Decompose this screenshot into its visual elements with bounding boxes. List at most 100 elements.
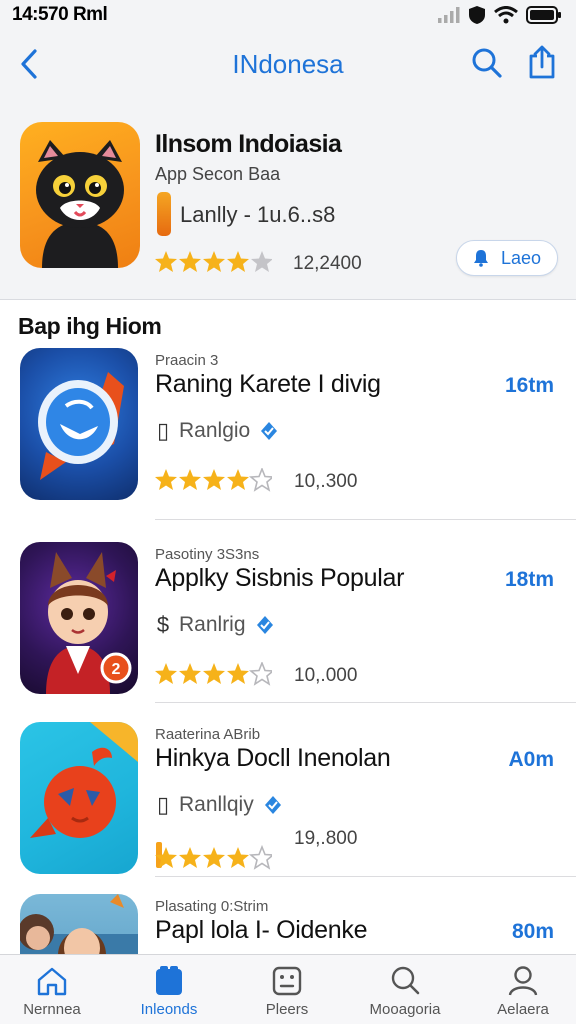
star-icon [155, 469, 177, 490]
star-icon [155, 663, 177, 684]
verified-badge-icon [264, 796, 281, 814]
app-rating-count: 10,.300 [294, 471, 358, 492]
featured-app[interactable]: Ilnsom Indoiasia App Secon Baa Lanlly - … [0, 100, 576, 300]
search-button[interactable] [468, 44, 506, 82]
tab-label: Inleonds [140, 1001, 198, 1018]
app-price-button[interactable]: 18tm [505, 568, 554, 592]
tab-account[interactable]: Aelaera [473, 955, 573, 1024]
app-category: $ Ranlrig [155, 612, 274, 638]
app-category-label: Ranlgio [179, 419, 251, 442]
star-icon [227, 469, 249, 490]
featured-accent-bar [157, 192, 171, 236]
tab-games[interactable]: Pleers [237, 955, 337, 1024]
divider [155, 519, 576, 520]
app-name: Hinkya Docll Inenolan [155, 744, 391, 772]
tab-bar: Nernnea Inleonds Pleers Mooagoria Aelaer… [0, 954, 576, 1024]
bird-icon [30, 722, 138, 838]
star-icon [251, 251, 273, 272]
cat-mascot-icon [36, 140, 124, 268]
tab-home[interactable]: Nernnea [2, 955, 102, 1024]
character-icon: 2 [46, 552, 132, 694]
dollar-icon: $ [156, 612, 170, 637]
star-icon [227, 847, 249, 868]
app-eyebrow: Pasotiny 3S3ns [155, 546, 260, 563]
svg-text:2: 2 [112, 661, 121, 678]
app-name: Applky Sisbnis Popular [155, 564, 405, 592]
app-star-rating [154, 466, 276, 497]
star-icon [179, 251, 201, 272]
featured-app-subtitle: App Secon Baa [155, 164, 281, 184]
app-category-label: Ranlrig [179, 613, 246, 636]
app-icon [20, 722, 138, 874]
verified-badge-icon [256, 616, 273, 634]
status-icons [438, 5, 562, 25]
featured-get-button[interactable]: Laeo [456, 240, 558, 276]
app-icon: 2 [20, 542, 138, 694]
star-icon [179, 847, 201, 868]
apps-icon [156, 966, 182, 995]
status-time: 14:570 Rml [12, 4, 108, 25]
tab-search[interactable]: Mooagoria [355, 955, 455, 1024]
app-category-label: Ranllqiy [179, 793, 254, 816]
star-icon [227, 251, 249, 272]
verified-badge-icon [261, 422, 278, 440]
chat-bubble-icon [38, 372, 124, 480]
app-category: ▯ Ranlgio [155, 418, 278, 444]
tab-apps[interactable]: Inleonds [119, 955, 219, 1024]
app-rating-count: 10,.000 [294, 665, 358, 686]
featured-rating-count: 12,2400 [293, 253, 362, 274]
app-list-item[interactable]: Praacin 3 Raning Karete I divig 16tm ▯ R… [0, 348, 576, 528]
app-price-button[interactable]: A0m [508, 748, 554, 772]
app-category: ▯ Ranllqiy [155, 792, 282, 818]
star-icon [203, 847, 225, 868]
app-icon [20, 894, 138, 954]
shield-icon [469, 6, 485, 24]
app-eyebrow: Raaterina ABrib [155, 726, 261, 743]
app-eyebrow: Praacin 3 [155, 352, 219, 369]
featured-app-icon [20, 122, 140, 268]
app-name: Papl lola I- Oidenke [155, 916, 368, 944]
tab-label: Pleers [265, 1001, 309, 1018]
search-icon [472, 48, 502, 78]
document-icon: ▯ [156, 792, 170, 817]
app-list-item[interactable]: Plasating 0:Strim Papl lola I- Oidenke 8… [0, 894, 576, 954]
tab-label: Aelaera [497, 1001, 549, 1018]
star-outline-icon [248, 466, 276, 492]
app-name: Raning Karete I divig [155, 370, 381, 398]
star-icon [179, 663, 201, 684]
app-rating-count: 19,.800 [294, 828, 358, 849]
app-price-button[interactable]: 80m [512, 920, 554, 944]
star-icon [155, 251, 177, 272]
search-icon [391, 966, 420, 995]
person-icon [508, 966, 538, 996]
share-icon [529, 45, 555, 79]
signal-icon [438, 7, 460, 23]
battery-icon [526, 6, 561, 24]
app-price-button[interactable]: 16tm [505, 374, 554, 398]
featured-app-meta: Lanlly - 1u.6..s8 [180, 202, 336, 227]
people-photo-icon [20, 894, 138, 954]
status-bar: 14:570 Rml [0, 0, 576, 30]
app-icon [20, 348, 138, 500]
divider [155, 702, 576, 703]
star-outline-icon [248, 844, 276, 870]
app-eyebrow: Plasating 0:Strim [155, 898, 269, 915]
app-star-rating [154, 842, 276, 875]
divider [155, 876, 576, 877]
app-star-rating [154, 660, 276, 691]
star-icon [203, 663, 225, 684]
nav-bar: INdonesa [0, 30, 576, 100]
home-icon [37, 967, 67, 996]
bell-icon [473, 250, 488, 267]
featured-star-rating [154, 250, 273, 279]
document-icon: ▯ [156, 418, 170, 443]
app-list-item[interactable]: 2 Pasotiny 3S3ns Applky Sisbnis Popular … [0, 542, 576, 722]
star-outline-icon [248, 660, 276, 686]
section-title: Bap ihg Hiom [18, 313, 162, 339]
featured-button-label: Laeo [500, 247, 542, 268]
app-list-item[interactable]: Raaterina ABrib Hinkya Docll Inenolan A0… [0, 722, 576, 902]
wifi-icon [494, 6, 518, 24]
share-button[interactable] [524, 42, 560, 82]
tab-label: Mooagoria [369, 1001, 441, 1018]
star-icon [203, 251, 225, 272]
